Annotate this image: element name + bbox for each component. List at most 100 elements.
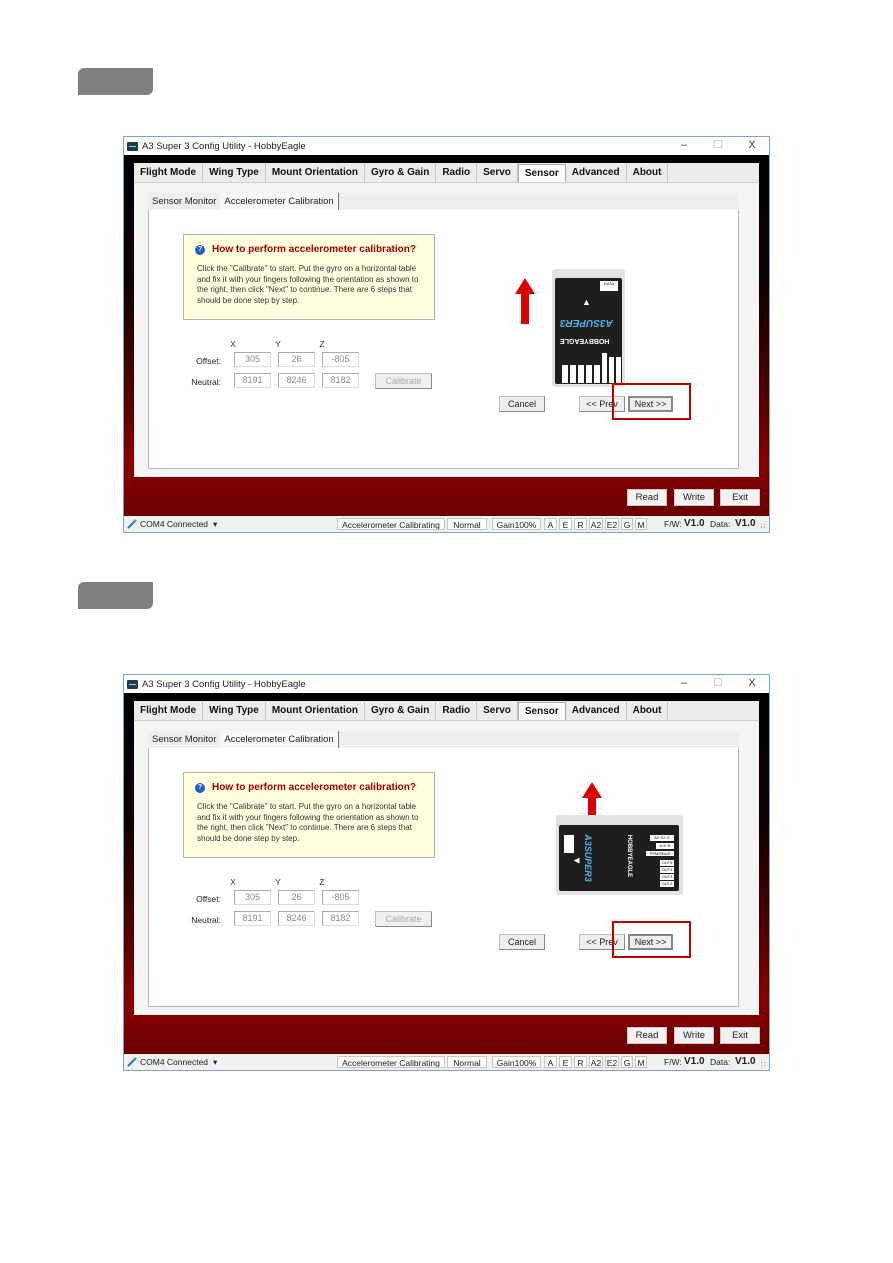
- pin-label: A2·E2·G: [650, 835, 674, 841]
- tab-radio[interactable]: Radio: [436, 701, 478, 720]
- connection-status[interactable]: COM4 Connected: [140, 516, 208, 532]
- status-bar: COM4 Connected ▾ Accelerometer Calibrati…: [124, 516, 769, 532]
- device-model-logo: A3SUPER3: [560, 317, 613, 328]
- neutral-z-field: 8182: [322, 373, 359, 388]
- pin-label: [594, 365, 600, 383]
- main-area: Flight Mode Wing Type Mount Orientation …: [124, 155, 769, 516]
- maximize-button[interactable]: ☐: [701, 675, 735, 693]
- cancel-button[interactable]: Cancel: [499, 396, 545, 412]
- tab-servo[interactable]: Servo: [477, 163, 518, 182]
- device-image: ▲ A3SUPER3 HOBBYEAGLE A2·E2·G A·E·R PPM/…: [556, 815, 683, 895]
- calibrate-button[interactable]: Calibrate: [375, 911, 432, 927]
- minimize-button[interactable]: –: [667, 675, 701, 693]
- main-area: Flight Mode Wing Type Mount Orientation …: [124, 693, 769, 1054]
- title-bar: A3 Super 3 Config Utility - HobbyEagle –…: [124, 675, 769, 693]
- app-window: A3 Super 3 Config Utility - HobbyEagle –…: [123, 674, 770, 1071]
- neutral-y-field: 8246: [278, 373, 315, 388]
- subtab-accelerometer-calibration[interactable]: Accelerometer Calibration: [220, 731, 339, 748]
- tab-radio[interactable]: Radio: [436, 163, 478, 182]
- tab-mount-orientation[interactable]: Mount Orientation: [266, 163, 365, 182]
- axis-y-label: Y: [275, 877, 281, 887]
- tab-wing-type[interactable]: Wing Type: [203, 163, 266, 182]
- connection-dropdown-icon[interactable]: ▾: [213, 516, 217, 532]
- tab-gyro-gain[interactable]: Gyro & Gain: [365, 701, 437, 720]
- next-highlight-box: [612, 383, 691, 420]
- pin-label: OUT3: [660, 874, 674, 880]
- pin-label: OUT4: [660, 867, 674, 873]
- tab-sensor[interactable]: Sensor: [517, 702, 566, 720]
- subtab-sensor-monitor[interactable]: Sensor Monitor: [148, 193, 220, 210]
- tab-flight-mode[interactable]: Flight Mode: [134, 701, 204, 720]
- close-button[interactable]: X: [735, 675, 769, 693]
- sensor-subtabs: Sensor Monitor Accelerometer Calibration: [148, 193, 739, 210]
- title-bar: A3 Super 3 Config Utility - HobbyEagle –…: [124, 137, 769, 155]
- data-version: V1.0: [735, 1056, 756, 1067]
- connection-plug-icon: [127, 1057, 137, 1067]
- calibration-state: Accelerometer Calibrating ...: [337, 1056, 445, 1068]
- neutral-label: Neutral:: [191, 915, 221, 925]
- tab-wing-type[interactable]: Wing Type: [203, 701, 266, 720]
- device-direction-mark: ▲: [571, 855, 583, 866]
- info-text: Click the "Calibrate" to start. Put the …: [197, 264, 419, 305]
- exit-button[interactable]: Exit: [720, 1027, 760, 1044]
- maximize-button[interactable]: ☐: [701, 137, 735, 155]
- write-button[interactable]: Write: [674, 489, 714, 506]
- neutral-x-field: 8191: [234, 911, 271, 926]
- write-button[interactable]: Write: [674, 1027, 714, 1044]
- cancel-button[interactable]: Cancel: [499, 934, 545, 950]
- offset-y-field: 26: [278, 352, 315, 367]
- tab-advanced[interactable]: Advanced: [566, 163, 627, 182]
- axis-y-label: Y: [275, 339, 281, 349]
- minimize-button[interactable]: –: [667, 137, 701, 155]
- tab-about[interactable]: About: [627, 701, 669, 720]
- status-bar: COM4 Connected ▾ Accelerometer Calibrati…: [124, 1054, 769, 1070]
- main-tabs: Flight Mode Wing Type Mount Orientation …: [134, 701, 759, 721]
- tab-mount-orientation[interactable]: Mount Orientation: [266, 701, 365, 720]
- offset-z-field: -805: [322, 352, 359, 367]
- pin-label: OUT5: [660, 860, 674, 866]
- channel-r: R: [574, 518, 587, 530]
- tab-advanced[interactable]: Advanced: [566, 701, 627, 720]
- firmware-label: F/W:: [664, 519, 682, 529]
- channel-g: G: [621, 1056, 633, 1068]
- mode-indicator: Normal: [447, 1056, 487, 1068]
- pin-label: [586, 365, 592, 383]
- calibration-state: Accelerometer Calibrating ...: [337, 518, 445, 530]
- exit-button[interactable]: Exit: [720, 489, 760, 506]
- resize-grip[interactable]: [760, 1061, 767, 1068]
- data-port-label: [564, 835, 574, 853]
- tab-gyro-gain[interactable]: Gyro & Gain: [365, 163, 437, 182]
- step-badge: [78, 582, 153, 609]
- info-text: Click the "Calibrate" to start. Put the …: [197, 802, 419, 843]
- read-button[interactable]: Read: [627, 489, 667, 506]
- subtab-accelerometer-calibration[interactable]: Accelerometer Calibration: [220, 193, 339, 210]
- pin-label: [570, 365, 576, 383]
- pin-label: [602, 353, 607, 383]
- data-port-label: DATA: [600, 281, 618, 291]
- tab-flight-mode[interactable]: Flight Mode: [134, 163, 204, 182]
- sensor-panel: Sensor Monitor Accelerometer Calibration…: [134, 721, 759, 1015]
- device-model-logo: A3SUPER3: [582, 834, 593, 882]
- calibrate-button[interactable]: Calibrate: [375, 373, 432, 389]
- offset-x-field: 305: [234, 890, 271, 905]
- read-button[interactable]: Read: [627, 1027, 667, 1044]
- connection-status[interactable]: COM4 Connected: [140, 1054, 208, 1070]
- sensor-subtabs: Sensor Monitor Accelerometer Calibration: [148, 731, 739, 748]
- app-icon: [127, 679, 138, 689]
- tab-servo[interactable]: Servo: [477, 701, 518, 720]
- tab-about[interactable]: About: [627, 163, 669, 182]
- data-label: Data:: [710, 519, 731, 529]
- subtab-sensor-monitor[interactable]: Sensor Monitor: [148, 731, 220, 748]
- window-title: A3 Super 3 Config Utility - HobbyEagle: [142, 140, 306, 152]
- channel-r: R: [574, 1056, 587, 1068]
- tab-sensor[interactable]: Sensor: [517, 164, 566, 182]
- connection-dropdown-icon[interactable]: ▾: [213, 1054, 217, 1070]
- connection-plug-icon: [127, 519, 137, 529]
- info-box: ? How to perform accelerometer calibrati…: [183, 234, 435, 320]
- close-button[interactable]: X: [735, 137, 769, 155]
- window-title: A3 Super 3 Config Utility - HobbyEagle: [142, 678, 306, 690]
- resize-grip[interactable]: [760, 523, 767, 530]
- channel-e2: E2: [605, 1056, 619, 1068]
- channel-a: A: [544, 518, 557, 530]
- info-box: ? How to perform accelerometer calibrati…: [183, 772, 435, 858]
